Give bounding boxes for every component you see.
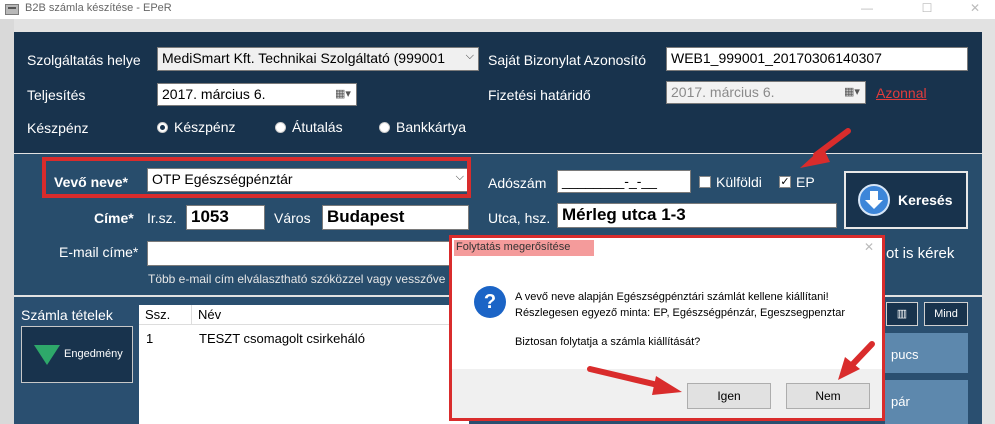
- annotation-arrows: [587, 128, 875, 395]
- annotation-arrow-ep: [800, 128, 851, 168]
- annotation-arrow-no: [838, 341, 875, 380]
- annotation-arrow-yes: [587, 366, 682, 395]
